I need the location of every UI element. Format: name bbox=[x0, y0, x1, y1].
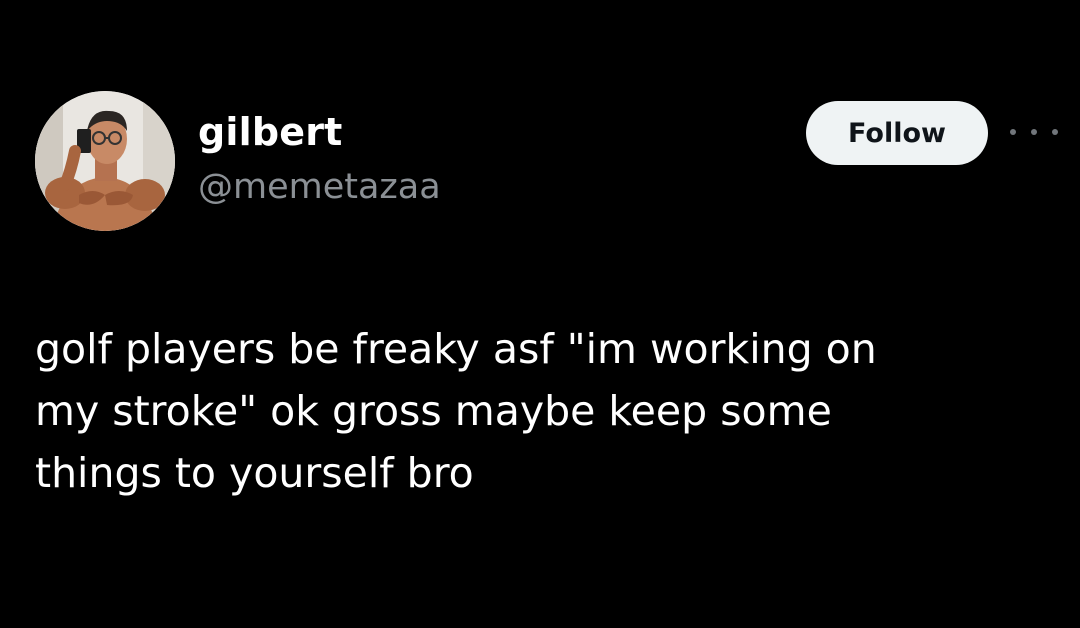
avatar[interactable] bbox=[35, 91, 175, 231]
more-horizontal-icon[interactable] bbox=[1010, 122, 1058, 142]
follow-button[interactable]: Follow bbox=[806, 101, 988, 165]
display-name[interactable]: gilbert bbox=[198, 110, 343, 154]
tweet-text: golf players be freaky asf "im working o… bbox=[35, 318, 1045, 504]
more-dot bbox=[1052, 129, 1058, 135]
tweet-text-line: my stroke" ok gross maybe keep some bbox=[35, 387, 832, 435]
tweet-card: gilbert @memetazaa Follow golf players b… bbox=[0, 0, 1080, 628]
user-handle[interactable]: @memetazaa bbox=[198, 167, 441, 207]
tweet-text-line: things to yourself bro bbox=[35, 449, 474, 497]
more-dot bbox=[1010, 129, 1016, 135]
more-dot bbox=[1031, 129, 1037, 135]
tweet-text-line: golf players be freaky asf "im working o… bbox=[35, 325, 877, 373]
avatar-image bbox=[35, 91, 175, 231]
